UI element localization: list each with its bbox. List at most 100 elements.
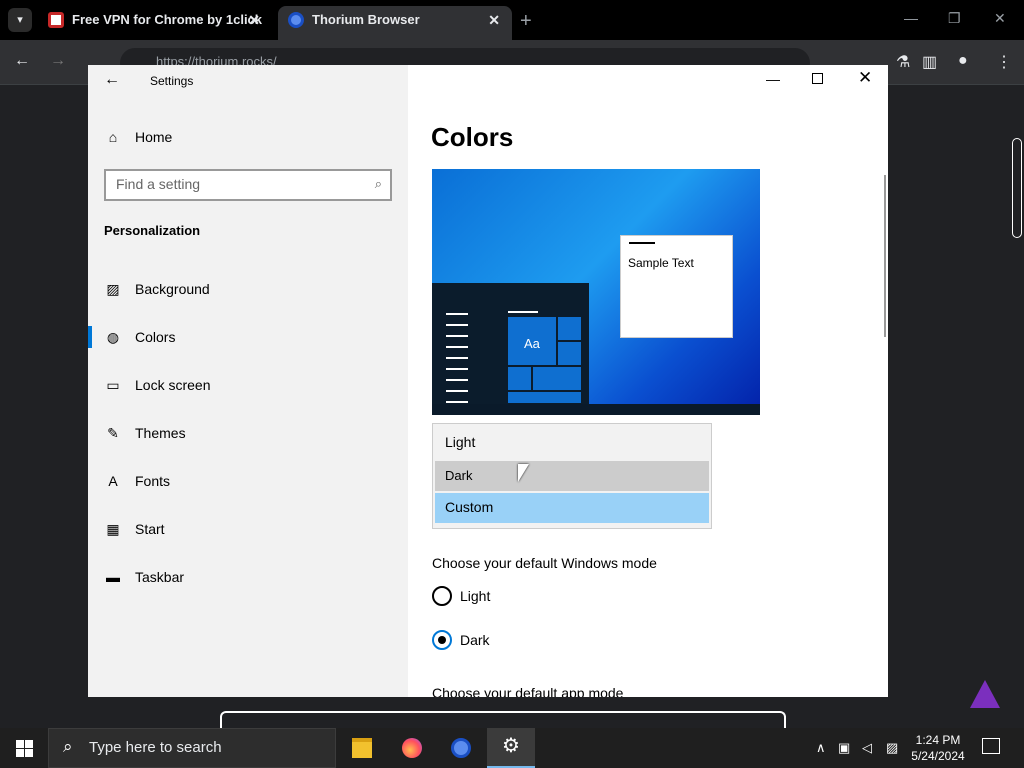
taskbar-search-placeholder: Type here to search [89, 739, 222, 756]
forward-arrow-icon[interactable]: → [50, 52, 66, 70]
lock-screen-icon: ▭ [106, 377, 120, 393]
dropdown-option-custom[interactable]: Custom [435, 493, 709, 523]
home-icon: ⌂ [108, 129, 118, 145]
tab-thorium-browser[interactable]: Thorium Browser ✕ [278, 6, 512, 40]
extensions-icon[interactable]: ⚗ [896, 52, 910, 72]
minimize-icon[interactable]: — [766, 71, 780, 87]
preview-tile [507, 391, 582, 404]
firefox-button[interactable] [388, 728, 436, 768]
preview-tile [532, 366, 582, 391]
profile-icon[interactable]: ● [958, 52, 968, 70]
windows-mode-label: Choose your default Windows mode [432, 555, 657, 571]
windows-mode-light-radio[interactable] [432, 586, 452, 606]
radio-label-dark: Dark [460, 632, 490, 648]
nav-label: Colors [135, 329, 176, 345]
dropdown-option-light[interactable]: Light [435, 428, 709, 458]
sidebar-item-lock-screen[interactable]: ▭ Lock screen [88, 366, 408, 406]
sidebar-item-background[interactable]: ▨ Background [88, 270, 408, 310]
themes-icon: ✎ [107, 425, 119, 441]
firefox-icon [402, 738, 422, 758]
notifications-icon[interactable] [982, 738, 1000, 754]
image-icon: ▨ [106, 281, 120, 297]
settings-window: ← Settings ⌂ Home Find a setting ⌕ Perso… [88, 65, 888, 697]
content-scrollbar[interactable] [884, 175, 886, 337]
fonts-icon: A [108, 473, 118, 489]
side-panel-icon[interactable]: ▥ [922, 52, 937, 72]
close-tab-icon[interactable]: ✕ [248, 6, 260, 34]
browser-tab-bar: ▾ Free VPN for Chrome by 1click ✕ Thoriu… [0, 0, 1024, 40]
page-title: Colors [431, 122, 514, 152]
restore-browser-button[interactable]: ❐ [948, 10, 961, 27]
app-mode-label: Choose your default app mode [432, 685, 624, 697]
sidebar-item-colors[interactable]: ◍ Colors [88, 318, 408, 358]
window-title: Settings [150, 74, 194, 88]
network-icon[interactable]: ▣ [838, 740, 850, 756]
volume-muted-icon[interactable]: ◁ [862, 740, 872, 756]
nav-label: Start [135, 521, 165, 537]
tab-free-vpn[interactable]: Free VPN for Chrome by 1click ✕ [38, 6, 272, 40]
nav-label: Lock screen [135, 377, 211, 393]
sidebar-item-themes[interactable]: ✎ Themes [88, 414, 408, 454]
preview-app-list [438, 313, 468, 412]
nav-label: Home [135, 129, 173, 145]
nav-label: Background [135, 281, 210, 297]
sidebar-item-home[interactable]: ⌂ Home [88, 118, 408, 158]
preview-tile [557, 316, 582, 341]
close-tab-icon[interactable]: ✕ [488, 6, 500, 34]
settings-gear-icon: ⚙ [502, 735, 520, 757]
settings-back-arrow-icon[interactable]: ← [104, 71, 120, 89]
show-hidden-icons-chevron-icon[interactable]: ∧ [816, 740, 826, 756]
new-tab-button[interactable]: + [520, 10, 532, 33]
windows-start-icon[interactable] [16, 740, 33, 757]
clock-time: 1:24 PM [915, 733, 961, 747]
sidebar-item-start[interactable]: ▦ Start [88, 510, 408, 550]
menu-kebab-icon[interactable]: ⋮ [996, 52, 1012, 72]
nav-label: Fonts [135, 473, 171, 489]
settings-app-button[interactable]: ⚙ [487, 728, 535, 768]
thorium-button[interactable] [437, 728, 485, 768]
page-bottom-element [220, 711, 786, 728]
thorium-favicon-icon [288, 12, 304, 28]
tab-label: Free VPN for Chrome by 1click [72, 12, 263, 27]
taskbar-icon: ▬ [106, 569, 120, 585]
dropdown-option-dark[interactable]: Dark [435, 461, 709, 491]
thorium-icon [451, 738, 471, 758]
purple-triangle-icon[interactable] [970, 680, 1000, 708]
preview-window: Sample Text [620, 235, 733, 338]
mouse-cursor-icon [518, 464, 529, 482]
file-explorer-button[interactable] [338, 728, 386, 768]
vpn-favicon-icon [48, 12, 64, 28]
preview-taskbar [432, 404, 760, 415]
tab-search-dropdown[interactable]: ▾ [8, 8, 32, 32]
page-scrollbar[interactable] [1012, 138, 1022, 238]
search-icon: ⌕ [63, 737, 73, 756]
section-heading: Personalization [104, 223, 201, 238]
close-browser-button[interactable]: ✕ [994, 10, 1006, 27]
preview-tile [557, 341, 582, 366]
preview-tile [507, 366, 532, 391]
settings-search-input[interactable]: Find a setting ⌕ [104, 169, 392, 201]
color-mode-dropdown[interactable]: Light Dark Custom [432, 423, 712, 529]
clock-date: 5/24/2024 [911, 749, 965, 763]
preview-sample-text: Sample Text [628, 256, 694, 270]
sidebar-item-taskbar[interactable]: ▬ Taskbar [88, 558, 408, 598]
preview-tile-text: Aa [524, 336, 540, 351]
search-icon[interactable]: ⌕ [375, 176, 382, 192]
search-placeholder: Find a setting [116, 176, 201, 192]
pen-workspace-icon[interactable]: ▨ [886, 740, 898, 756]
preview-start-menu [432, 283, 589, 404]
minimize-browser-button[interactable]: — [904, 10, 918, 26]
system-clock[interactable]: 1:24 PM 5/24/2024 [908, 732, 968, 764]
color-preview: Aa Sample Text [432, 169, 760, 415]
taskbar-search-input[interactable]: ⌕ Type here to search [48, 728, 336, 768]
radio-label-light: Light [460, 588, 491, 604]
close-icon[interactable]: ✕ [858, 68, 872, 88]
windows-mode-dark-radio[interactable] [432, 630, 452, 650]
start-icon: ▦ [106, 521, 120, 537]
sidebar-item-fonts[interactable]: A Fonts [88, 462, 408, 502]
back-arrow-icon[interactable]: ← [14, 52, 30, 70]
nav-label: Themes [135, 425, 186, 441]
maximize-icon[interactable] [812, 73, 823, 84]
nav-label: Taskbar [135, 569, 185, 585]
file-explorer-icon [352, 738, 372, 758]
